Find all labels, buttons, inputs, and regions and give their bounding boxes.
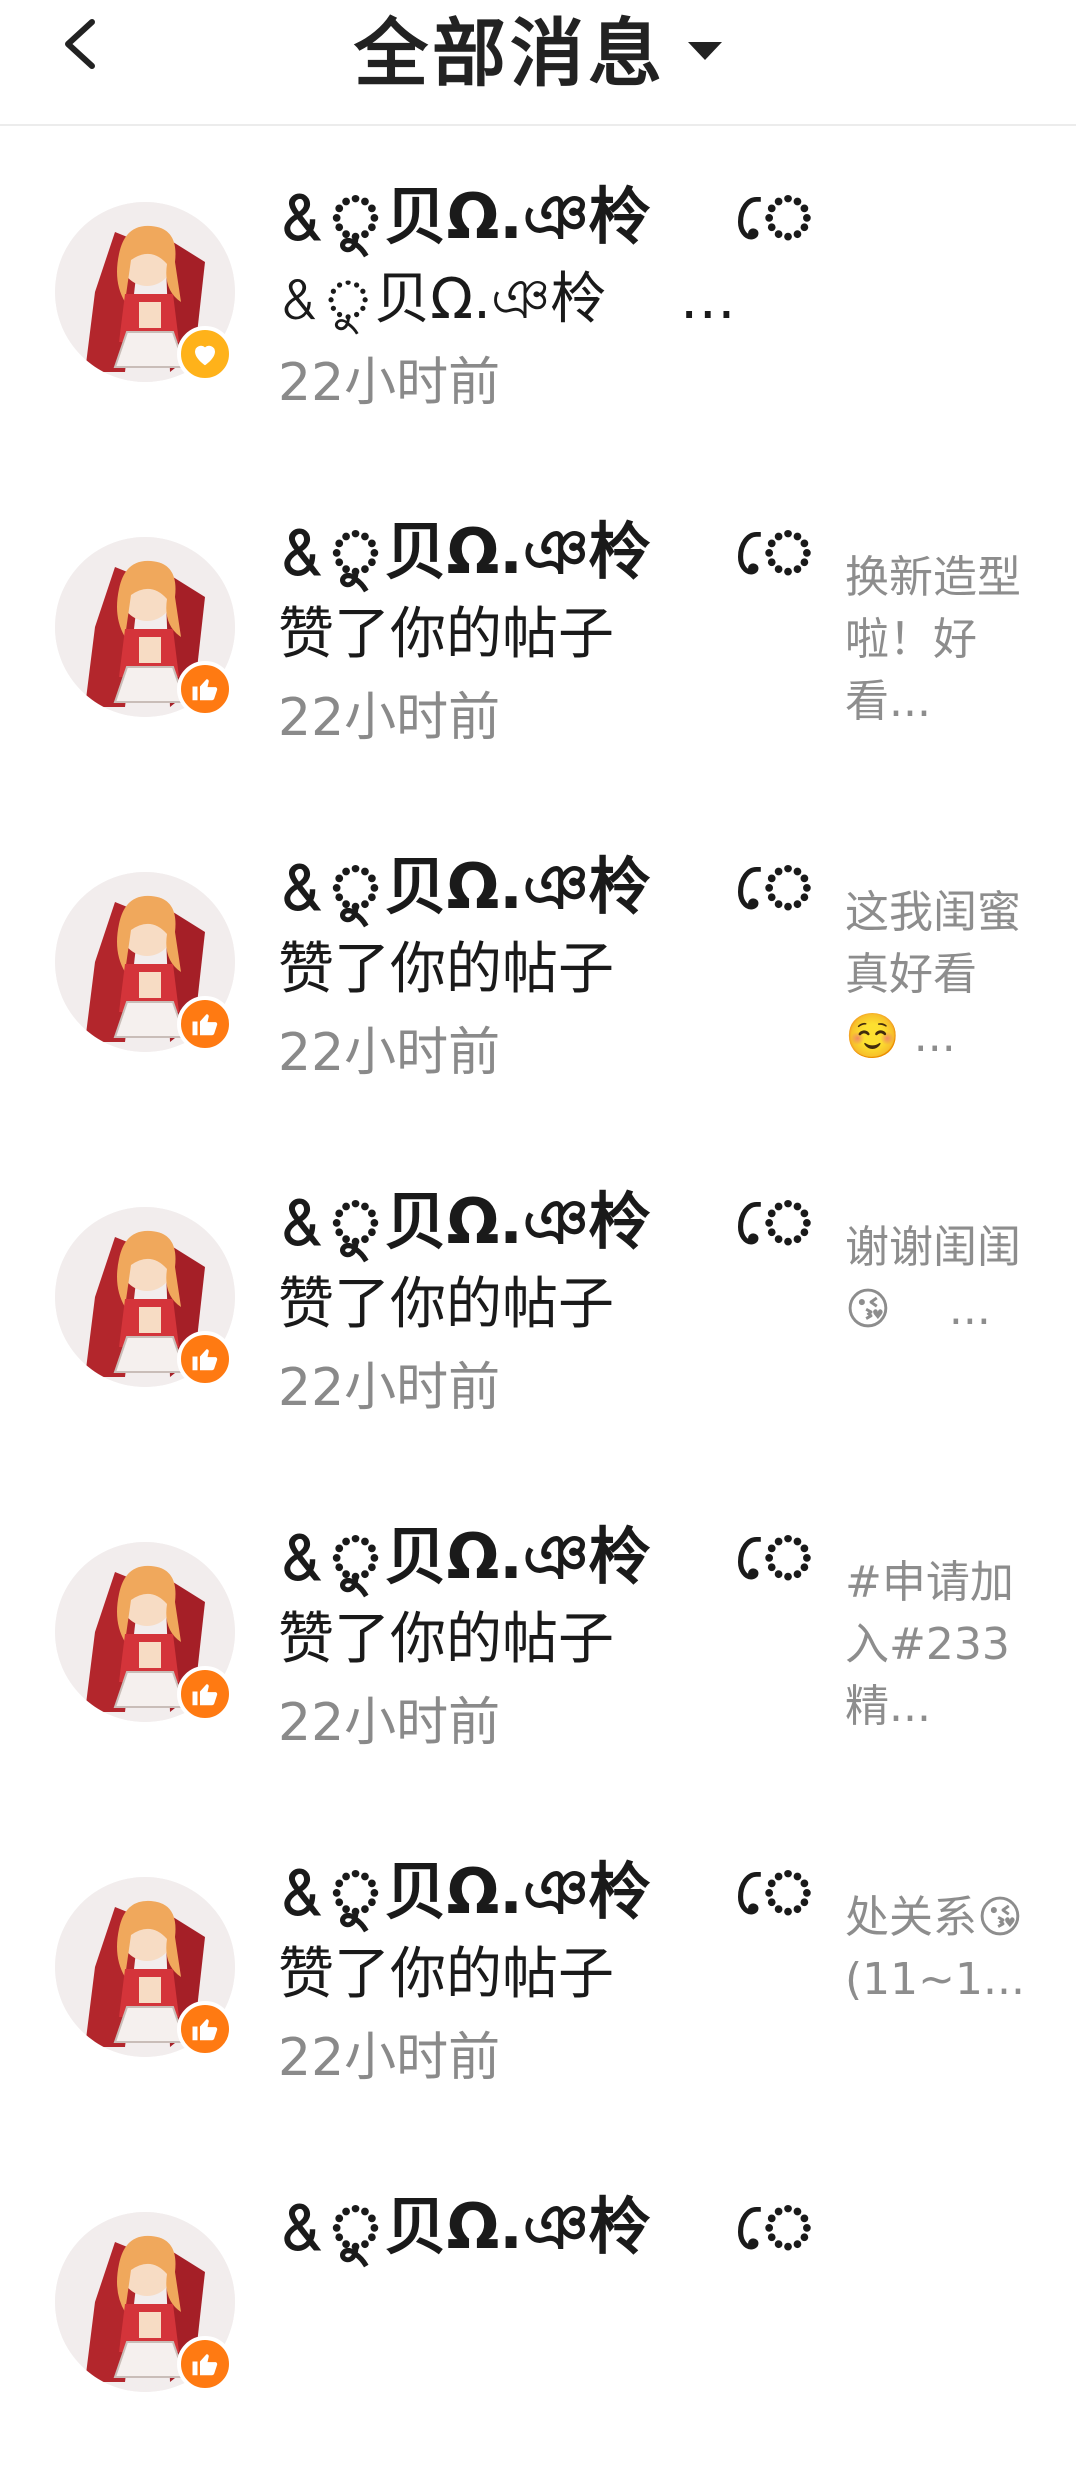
heart-icon [190, 339, 220, 369]
like-badge [177, 1666, 233, 1722]
like-badge [177, 2001, 233, 2057]
message-action: 赞了你的帖子 [278, 1942, 614, 2007]
post-preview[interactable]: 处关系😘(11~1... [845, 1887, 1025, 2073]
caret-down-icon [688, 42, 722, 60]
message-time: 22小时前 [278, 688, 501, 748]
message-list-item[interactable]: &ু贝Ω.ঞ柃 ে 赞了你的帖子 22小时前 #申请加入#233精... [0, 1464, 1076, 1799]
thumbs-up-icon [190, 2349, 220, 2379]
message-time: 22小时前 [278, 1693, 501, 1753]
like-badge [177, 1331, 233, 1387]
message-time: 22小时前 [278, 2028, 501, 2088]
message-action: 赞了你的帖子 [278, 1272, 614, 1337]
post-preview[interactable]: 这我闺蜜真好看☺️ ... [845, 882, 1025, 1068]
message-list-item[interactable]: &ু贝Ω.ঞ柃 ে 赞了你的帖子 22小时前 处关系😘(11~1... [0, 1799, 1076, 2134]
top-bar: 全部消息 [0, 0, 1076, 126]
thumbs-up-icon [190, 1679, 220, 1709]
sender-name: &ু贝Ω.ঞ柃 ে [278, 2190, 818, 2263]
thumbs-up-icon [190, 1344, 220, 1374]
post-preview[interactable] [845, 212, 1025, 398]
message-action: 赞了你的帖子 [278, 1607, 614, 1672]
message-list-item[interactable]: &ু贝Ω.ঞ柃 ে 赞了你的帖子 22小时前 谢谢闺闺😘 ... [0, 1129, 1076, 1464]
like-badge [177, 996, 233, 1052]
message-action: 赞了你的帖子 [278, 602, 614, 667]
like-badge [177, 2336, 233, 2392]
message-list-item[interactable]: &ু贝Ω.ঞ柃 ে 赞了你的帖子 22小时前 这我闺蜜真好看☺️ ... [0, 794, 1076, 1129]
message-list-item[interactable]: &ু贝Ω.ঞ柃 ে&ু贝Ω.ঞ柃 ে关...22小时前 [0, 124, 1076, 459]
follow-badge [177, 326, 233, 382]
message-time: 22小时前 [278, 353, 501, 413]
message-action: &ু贝Ω.ঞ柃 ে关... [278, 267, 798, 332]
post-preview[interactable]: 换新造型啦！好看... [845, 547, 1025, 733]
message-list: &ু贝Ω.ঞ柃 ে&ু贝Ω.ঞ柃 ে关...22小时前 &ু贝Ω.ঞ柃 ে赞了你… [0, 124, 1076, 2469]
message-action: 赞了你的帖子 [278, 937, 614, 1002]
thumbs-up-icon [190, 674, 220, 704]
thumbs-up-icon [190, 2014, 220, 2044]
message-time: 22小时前 [278, 1023, 501, 1083]
message-list-item[interactable]: &ু贝Ω.ঞ柃 ে [0, 2134, 1076, 2469]
message-filter-dropdown[interactable]: 全部消息 [0, 0, 1076, 97]
like-badge [177, 661, 233, 717]
thumbs-up-icon [190, 1009, 220, 1039]
post-preview[interactable]: #申请加入#233精... [845, 1552, 1025, 1738]
post-preview[interactable]: 谢谢闺闺😘 ... [845, 1217, 1025, 1403]
page-title: 全部消息 [354, 10, 666, 97]
message-list-item[interactable]: &ু贝Ω.ঞ柃 ে 赞了你的帖子 22小时前 换新造型啦！好看... [0, 459, 1076, 794]
post-preview[interactable] [845, 2222, 1025, 2408]
message-time: 22小时前 [278, 1358, 501, 1418]
